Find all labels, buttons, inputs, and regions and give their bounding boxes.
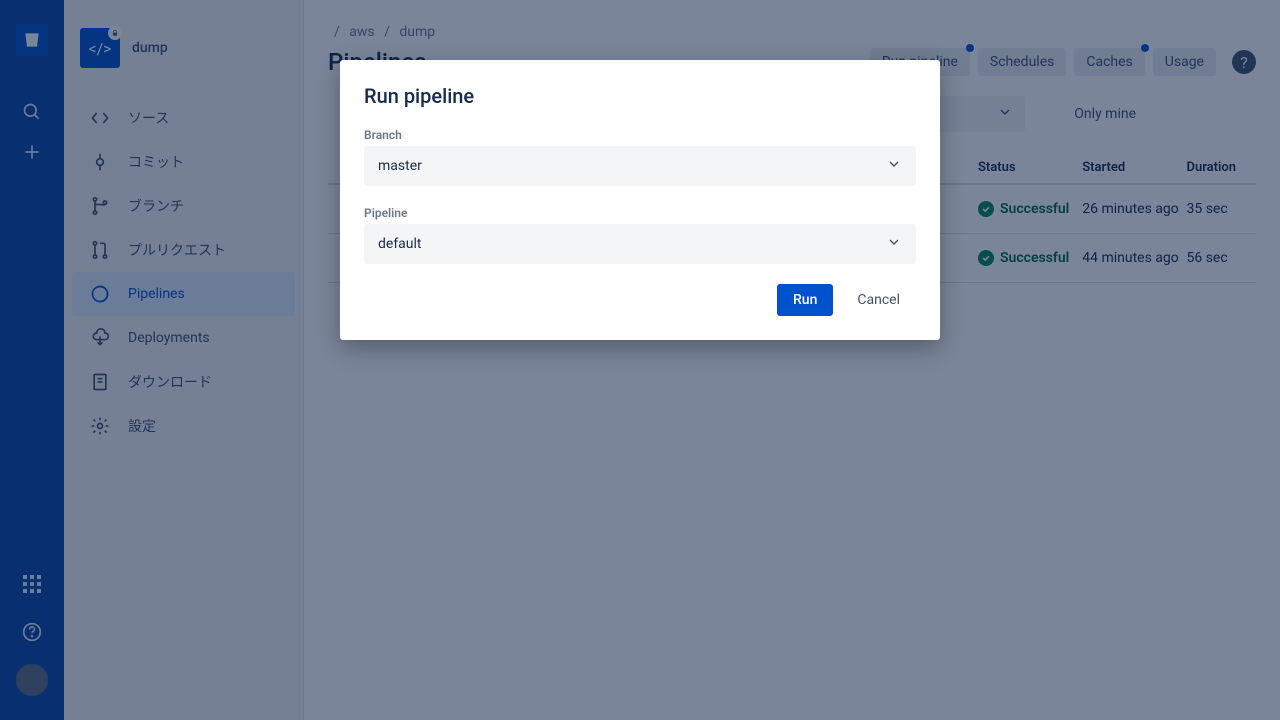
branch-label: Branch bbox=[364, 128, 916, 142]
branch-select[interactable]: master bbox=[364, 146, 916, 186]
pipeline-select[interactable]: default bbox=[364, 224, 916, 264]
run-button[interactable]: Run bbox=[777, 284, 833, 316]
pipeline-value: default bbox=[378, 236, 422, 252]
branch-value: master bbox=[378, 158, 422, 174]
run-pipeline-modal: Run pipeline Branch master Pipeline defa… bbox=[340, 60, 940, 340]
modal-title: Run pipeline bbox=[364, 84, 916, 108]
modal-overlay[interactable]: Run pipeline Branch master Pipeline defa… bbox=[0, 0, 1280, 720]
chevron-down-icon bbox=[886, 156, 902, 176]
chevron-down-icon bbox=[886, 234, 902, 254]
pipeline-label: Pipeline bbox=[364, 206, 916, 220]
cancel-button[interactable]: Cancel bbox=[841, 284, 916, 316]
